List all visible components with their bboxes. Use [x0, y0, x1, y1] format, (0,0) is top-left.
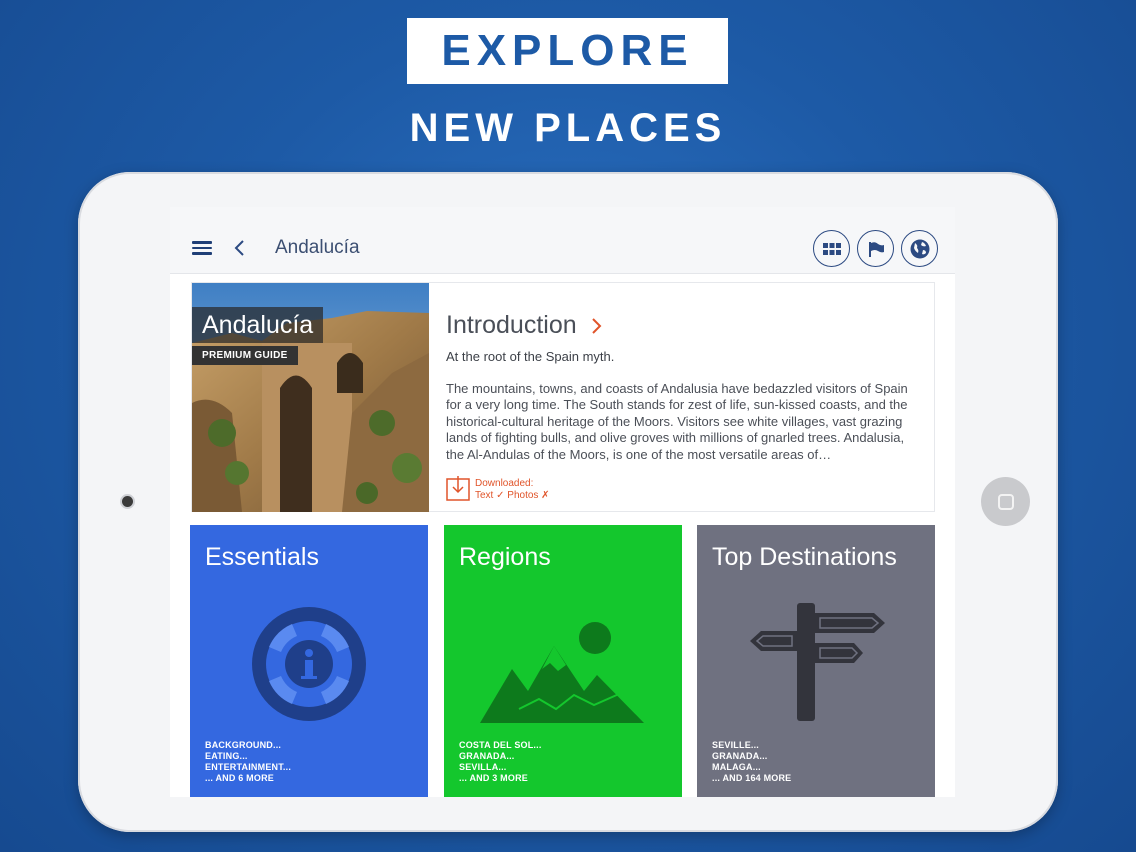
tile-item-list: COSTA DEL SOL... GRANADA... SEVILLA... .…	[459, 740, 542, 784]
list-item: SEVILLE...	[712, 740, 760, 750]
page-title: Andalucía	[275, 237, 360, 258]
chevron-right-icon[interactable]	[590, 317, 602, 335]
list-item: ... AND 164 MORE	[712, 773, 792, 783]
lifebuoy-info-icon	[252, 607, 366, 721]
introduction-body: The mountains, towns, and coasts of Anda…	[446, 381, 908, 462]
list-item: ... AND 6 MORE	[205, 773, 274, 783]
hero-photo-ronda-bridge: Andalucía PREMIUM GUIDE	[192, 283, 429, 512]
list-item: SEVILLA...	[459, 762, 507, 772]
introduction-card[interactable]: Andalucía PREMIUM GUIDE Introduction At …	[191, 282, 935, 512]
download-status: Text ✓ Photos ✗	[475, 490, 550, 501]
list-item: BACKGROUND...	[205, 740, 282, 750]
list-item: GRANADA...	[459, 751, 515, 761]
tile-item-list: BACKGROUND... EATING... ENTERTAINMENT...…	[205, 740, 291, 784]
signpost-icon	[750, 603, 885, 721]
list-item: EATING...	[205, 751, 248, 761]
list-item: COSTA DEL SOL...	[459, 740, 542, 750]
promo-headline: EXPLORE	[441, 26, 694, 75]
globe-button[interactable]	[901, 230, 938, 267]
introduction-subtitle: At the root of the Spain myth.	[446, 349, 615, 364]
tile-top-destinations[interactable]: Top Destinations SEVILLE... GRANADA... M…	[697, 525, 935, 797]
camera-icon	[122, 496, 133, 507]
download-label: Downloaded:	[475, 478, 534, 489]
premium-guide-badge: PREMIUM GUIDE	[192, 346, 298, 365]
list-item: MALAGA...	[712, 762, 761, 772]
tile-essentials[interactable]: Essentials BACKGROUND... EATING... ENTER…	[190, 525, 428, 797]
app-screen: Andalucía Andalucía PREMIUM GUIDE Introd…	[170, 207, 955, 797]
top-bar: Andalucía	[170, 207, 955, 274]
tile-regions[interactable]: Regions COSTA DEL SOL... GRANADA... SEVI…	[444, 525, 682, 797]
tile-title: Top Destinations	[712, 543, 897, 571]
flag-button[interactable]	[857, 230, 894, 267]
grid-icon	[822, 242, 841, 255]
promo-subheadline: NEW PLACES	[409, 106, 727, 150]
tile-item-list: SEVILLE... GRANADA... MALAGA... ... AND …	[712, 740, 791, 784]
promo-headline-box: EXPLORE	[407, 18, 728, 84]
list-item: ... AND 3 MORE	[459, 773, 528, 783]
mountains-icon	[480, 622, 644, 723]
list-item: ENTERTAINMENT...	[205, 762, 292, 772]
download-icon	[446, 476, 470, 501]
grid-view-button[interactable]	[813, 230, 850, 267]
home-square-icon	[997, 493, 1014, 510]
flag-icon	[868, 241, 884, 257]
menu-icon[interactable]	[192, 241, 212, 255]
tile-title: Essentials	[205, 543, 319, 571]
back-chevron-icon[interactable]	[232, 237, 248, 259]
home-button[interactable]	[981, 477, 1030, 526]
hero-destination-tag: Andalucía	[192, 307, 324, 343]
tile-title: Regions	[459, 543, 551, 571]
globe-icon	[910, 239, 929, 258]
list-item: GRANADA...	[712, 751, 768, 761]
introduction-title[interactable]: Introduction	[446, 311, 577, 340]
